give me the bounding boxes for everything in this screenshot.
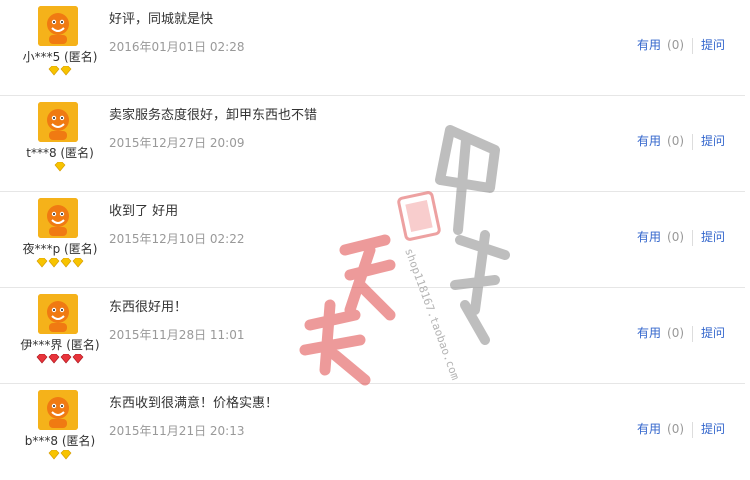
avatar[interactable] [38,294,78,334]
user-name: 伊***界 (匿名) [20,338,100,352]
review-actions: 有用 (0) 提问 [637,36,725,54]
rank-badge [10,449,110,463]
user-name: 夜***p (匿名) [22,242,98,256]
useful-count: (0) [667,38,685,52]
divider [692,37,694,54]
yellow-diamond-icon [48,65,72,76]
rank-badge [10,65,110,79]
ask-link[interactable]: 提问 [701,326,725,340]
mascot-icon [38,102,78,142]
mascot-icon [38,6,78,46]
avatar[interactable] [38,390,78,430]
review-date: 2015年11月28日 11:01 [109,328,245,342]
useful-count: (0) [667,134,685,148]
review-item: 夜***p (匿名) 收到了 好用 2015年12月10日 02:22 有用 (0… [0,192,745,288]
avatar[interactable] [38,198,78,238]
review-comment: 好评，同城就是快 [109,12,214,27]
mascot-icon [38,390,78,430]
avatar[interactable] [38,102,78,142]
divider [692,133,694,150]
rank-badge [10,161,110,175]
review-item: t***8 (匿名) 卖家服务态度很好，卸甲东西也不错 2015年12月27日 … [0,96,745,192]
useful-link[interactable]: 有用 [637,326,661,340]
review-actions: 有用 (0) 提问 [637,228,725,246]
review-comment: 收到了 好用 [109,204,179,219]
rank-badge [10,353,110,367]
divider [692,325,694,342]
red-diamond-icon [36,353,84,364]
review-comment: 卖家服务态度很好，卸甲东西也不错 [109,108,318,123]
review-date: 2015年12月27日 20:09 [109,136,245,150]
user-name: b***8 (匿名) [24,434,96,448]
ask-link[interactable]: 提问 [701,422,725,436]
ask-link[interactable]: 提问 [701,38,725,52]
ask-link[interactable]: 提问 [701,134,725,148]
mascot-icon [38,198,78,238]
review-date: 2016年01月01日 02:28 [109,40,245,54]
divider [692,421,694,438]
avatar[interactable] [38,6,78,46]
ask-link[interactable]: 提问 [701,230,725,244]
review-actions: 有用 (0) 提问 [637,420,725,438]
review-comment: 东西收到很满意！价格实惠！ [109,396,279,411]
review-item: 伊***界 (匿名) 东西很好用！ 2015年11月28日 11:01 有用 (0… [0,288,745,384]
yellow-diamond-icon [48,449,72,460]
useful-link[interactable]: 有用 [637,38,661,52]
review-item: 小***5 (匿名) 好评，同城就是快 2016年01月01日 02:28 有用… [0,0,745,96]
rank-badge [10,257,110,271]
review-date: 2015年12月10日 02:22 [109,232,245,246]
useful-link[interactable]: 有用 [637,134,661,148]
review-actions: 有用 (0) 提问 [637,324,725,342]
review-actions: 有用 (0) 提问 [637,132,725,150]
yellow-diamond-icon [54,161,66,172]
divider [692,229,694,246]
user-name: 小***5 (匿名) [22,50,98,64]
useful-link[interactable]: 有用 [637,422,661,436]
useful-count: (0) [667,326,685,340]
review-date: 2015年11月21日 20:13 [109,424,245,438]
useful-count: (0) [667,230,685,244]
useful-link[interactable]: 有用 [637,230,661,244]
review-comment: 东西很好用！ [109,300,188,315]
yellow-diamond-icon [36,257,84,268]
user-name: t***8 (匿名) [26,146,94,160]
useful-count: (0) [667,422,685,436]
mascot-icon [38,294,78,334]
